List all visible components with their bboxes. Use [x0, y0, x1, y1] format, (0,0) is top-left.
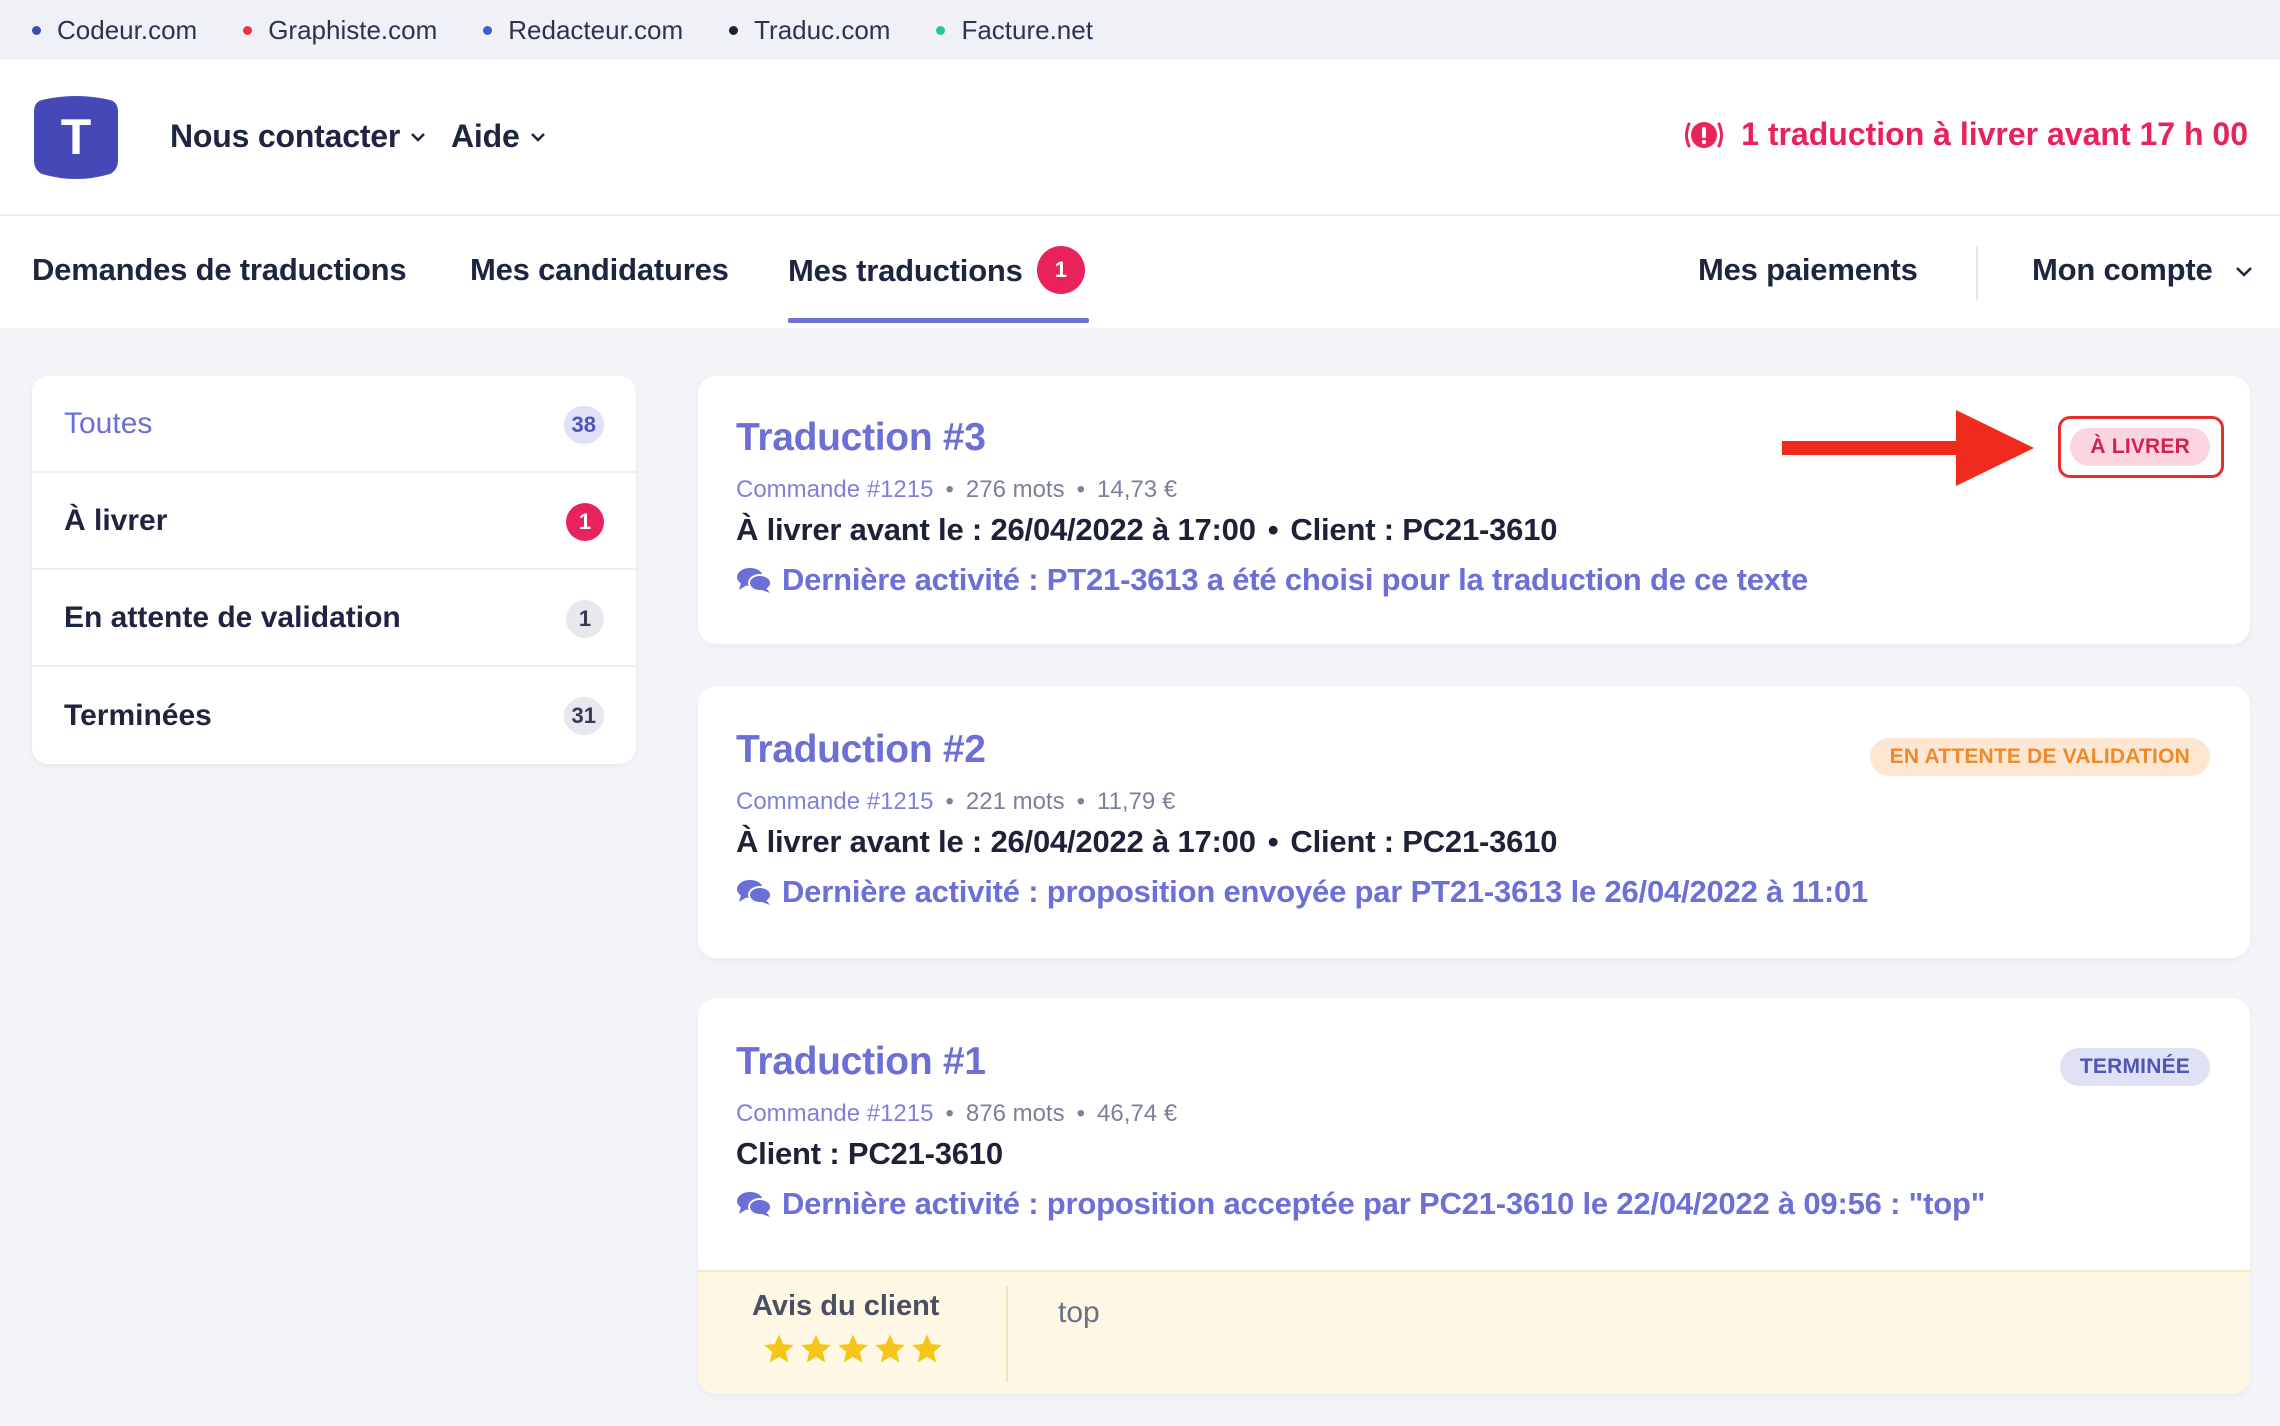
star-icon	[764, 1334, 794, 1363]
status-badge: EN ATTENTE DE VALIDATION	[1869, 738, 2210, 776]
active-tab-indicator	[788, 318, 1089, 323]
traduc-logo[interactable]: T	[34, 94, 118, 180]
star-icon	[912, 1334, 942, 1363]
card-meta: Commande #1215 • 276 mots • 14,73 €	[736, 476, 1178, 503]
svg-text:T: T	[61, 109, 92, 165]
count-badge: 31	[563, 697, 604, 735]
card-title[interactable]: Traduction #3	[736, 416, 986, 460]
site-header: T Nous contacter Aide 1 traduction à liv…	[0, 60, 2280, 216]
translation-card[interactable]: Traduction #2 Commande #1215 • 221 mots • 11…	[698, 686, 2250, 958]
filter-all[interactable]: Toutes 38	[32, 376, 636, 473]
tab-payments[interactable]: Mes paiements	[1698, 252, 1918, 288]
network-link-codeur[interactable]: Codeur.com	[32, 15, 197, 46]
order-link[interactable]: Commande #1215	[736, 1100, 933, 1127]
count-badge: 1	[566, 503, 604, 541]
star-rating	[762, 1332, 947, 1366]
tab-translations[interactable]: Mes traductions 1	[788, 246, 1085, 294]
comments-icon	[737, 880, 772, 905]
filter-to-deliver[interactable]: À livrer 1	[32, 473, 636, 570]
translation-card[interactable]: Traduction #1 Commande #1215 • 876 mots • 46…	[698, 998, 2250, 1394]
network-link-facture[interactable]: Facture.net	[936, 15, 1093, 46]
review-divider	[1006, 1286, 1008, 1382]
client-review: Avis du client top	[698, 1270, 2250, 1394]
filter-completed[interactable]: Terminées 31	[32, 667, 636, 764]
contact-menu[interactable]: Nous contacter	[170, 118, 426, 155]
count-badge: 1	[566, 600, 604, 638]
card-client-line: Client : PC21-3610	[736, 1136, 1003, 1171]
bullet-icon	[936, 25, 946, 35]
word-count: 876 mots	[965, 1100, 1065, 1127]
bullet-icon	[729, 25, 739, 35]
card-title[interactable]: Traduction #1	[736, 1040, 986, 1084]
help-menu[interactable]: Aide	[451, 118, 546, 155]
network-link-graphiste[interactable]: Graphiste.com	[243, 15, 437, 46]
review-label: Avis du client	[752, 1290, 940, 1322]
bullet-icon	[32, 25, 41, 35]
network-bar: Codeur.com Graphiste.com Redacteur.com T…	[0, 0, 2280, 60]
count-badge: 38	[563, 406, 604, 444]
chevron-down-icon	[411, 132, 426, 142]
price: 46,74 €	[1097, 1100, 1178, 1127]
order-link[interactable]: Commande #1215	[736, 788, 933, 815]
word-count: 276 mots	[965, 476, 1065, 503]
card-deadline-line: À livrer avant le : 26/04/2022 à 17:00 • C…	[736, 824, 1558, 859]
card-deadline-line: À livrer avant le : 26/04/2022 à 17:00 • C…	[736, 512, 1558, 547]
order-link[interactable]: Commande #1215	[736, 476, 933, 503]
comments-icon	[737, 568, 772, 593]
status-filter-list: Toutes 38 À livrer 1 En attente de valid…	[32, 376, 636, 764]
card-meta: Commande #1215 • 876 mots • 46,74 €	[736, 1100, 1178, 1127]
account-menu[interactable]: Mon compte	[2032, 252, 2253, 288]
star-icon	[875, 1334, 905, 1363]
tab-divider	[1976, 246, 1978, 300]
last-activity: Dernière activité : PT21-3613 a été choi…	[736, 562, 1808, 598]
filter-pending-validation[interactable]: En attente de validation 1	[32, 570, 636, 667]
tab-count-badge: 1	[1036, 246, 1085, 294]
review-text: top	[1058, 1296, 1100, 1329]
network-link-redacteur[interactable]: Redacteur.com	[483, 15, 683, 46]
highlight-box	[2058, 416, 2224, 478]
price: 14,73 €	[1097, 476, 1178, 503]
main-tabs: Demandes de traductions Mes candidatures…	[0, 216, 2280, 328]
annotation-arrow-icon	[1782, 410, 2034, 486]
deadline-alert[interactable]: 1 traduction à livrer avant 17 h 00	[1683, 116, 2248, 153]
bullet-icon	[483, 25, 493, 35]
chevron-down-icon	[530, 132, 545, 142]
last-activity: Dernière activité : proposition envoyée …	[736, 874, 1868, 910]
tab-applications[interactable]: Mes candidatures	[470, 252, 729, 288]
comments-icon	[737, 1192, 772, 1217]
star-icon	[801, 1334, 831, 1363]
card-meta: Commande #1215 • 221 mots • 11,79 €	[736, 788, 1176, 815]
last-activity: Dernière activité : proposition acceptée…	[736, 1186, 1985, 1222]
network-link-traduc[interactable]: Traduc.com	[729, 15, 890, 46]
alert-icon	[1685, 121, 1724, 148]
card-title[interactable]: Traduction #2	[736, 728, 986, 772]
word-count: 221 mots	[965, 788, 1065, 815]
bullet-icon	[243, 25, 253, 35]
tab-requests[interactable]: Demandes de traductions	[32, 252, 407, 288]
price: 11,79 €	[1097, 788, 1176, 815]
star-icon	[838, 1334, 868, 1363]
status-badge: TERMINÉE	[2059, 1048, 2210, 1086]
chevron-down-icon	[2236, 267, 2252, 278]
